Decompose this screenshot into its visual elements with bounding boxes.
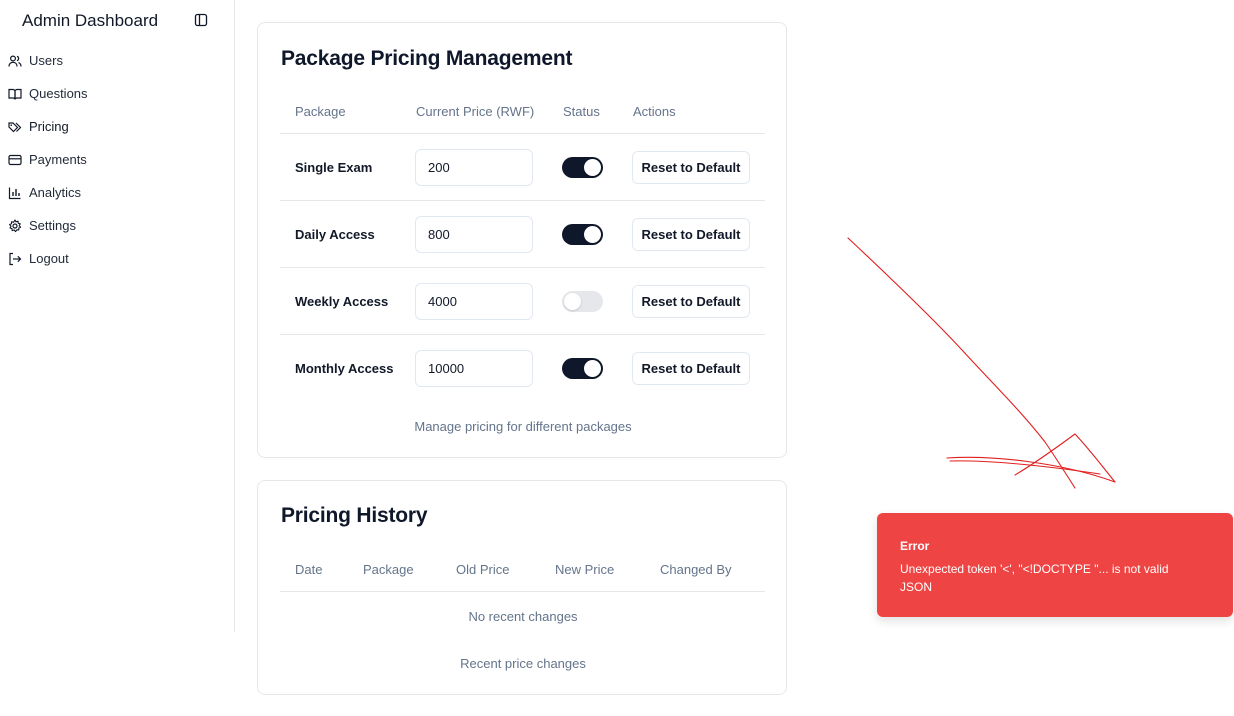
- sidebar-item-label: Settings: [29, 218, 76, 233]
- price-input[interactable]: [415, 149, 533, 186]
- toggle-knob: [584, 159, 601, 176]
- sidebar-item-logout[interactable]: Logout: [8, 242, 88, 275]
- pricing-row-single-exam: Single Exam Reset to Default: [280, 134, 765, 201]
- price-input[interactable]: [415, 350, 533, 387]
- history-card-title: Pricing History: [281, 504, 428, 527]
- logout-icon: [9, 252, 22, 265]
- package-name: Weekly Access: [295, 294, 389, 309]
- pricing-card: Package Pricing Management Package Curre…: [257, 22, 787, 458]
- sidebar-toggle-icon[interactable]: [194, 13, 208, 27]
- history-table-caption: Recent price changes: [460, 656, 586, 671]
- column-header-package: Package: [295, 104, 346, 119]
- package-name: Monthly Access: [295, 361, 394, 376]
- column-header-changed-by: Changed By: [660, 562, 732, 577]
- history-card: Pricing History Date Package Old Price N…: [257, 480, 787, 695]
- book-open-icon: [8, 88, 22, 100]
- status-toggle[interactable]: [562, 358, 603, 379]
- sidebar: Admin Dashboard Users Questions Pricing …: [0, 0, 235, 632]
- column-header-actions: Actions: [633, 104, 676, 119]
- sidebar-nav: Users Questions Pricing Payments Analyti…: [8, 44, 88, 275]
- empty-state-message: No recent changes: [468, 609, 578, 624]
- toast-title: Error: [900, 539, 930, 553]
- column-header-old-price: Old Price: [456, 562, 510, 577]
- package-name: Single Exam: [295, 160, 373, 175]
- column-header-price: Current Price (RWF): [416, 104, 535, 119]
- sidebar-item-pricing[interactable]: Pricing: [8, 110, 88, 143]
- history-table-header: Date Package Old Price New Price Changed…: [280, 548, 765, 592]
- reset-to-default-button[interactable]: Reset to Default: [632, 218, 750, 251]
- sidebar-item-questions[interactable]: Questions: [8, 77, 88, 110]
- toast-message: Unexpected token '<', "<!DOCTYPE "... is…: [900, 562, 1169, 594]
- pricing-row-daily-access: Daily Access Reset to Default: [280, 201, 765, 268]
- tags-icon: [8, 121, 22, 132]
- sidebar-item-payments[interactable]: Payments: [8, 143, 88, 176]
- pricing-card-title: Package Pricing Management: [281, 47, 573, 70]
- package-name: Daily Access: [295, 227, 375, 242]
- users-icon: [8, 54, 22, 67]
- reset-to-default-button[interactable]: Reset to Default: [632, 285, 750, 318]
- status-toggle[interactable]: [562, 157, 603, 178]
- status-toggle[interactable]: [562, 224, 603, 245]
- toggle-knob: [584, 226, 601, 243]
- sidebar-item-label: Pricing: [29, 119, 69, 134]
- error-toast[interactable]: Error Unexpected token '<', "<!DOCTYPE "…: [877, 513, 1233, 617]
- sidebar-item-label: Questions: [29, 86, 88, 101]
- app-title: Admin Dashboard: [22, 11, 159, 30]
- sidebar-item-analytics[interactable]: Analytics: [8, 176, 88, 209]
- sidebar-item-label: Payments: [29, 152, 87, 167]
- pricing-table-header: Package Current Price (RWF) Status Actio…: [280, 91, 765, 134]
- sidebar-header: Admin Dashboard: [22, 10, 212, 32]
- bar-chart-icon: [8, 187, 21, 199]
- reset-to-default-button[interactable]: Reset to Default: [632, 151, 750, 184]
- pricing-row-monthly-access: Monthly Access Reset to Default: [280, 335, 765, 402]
- sidebar-item-label: Analytics: [29, 185, 82, 200]
- history-table: Date Package Old Price New Price Changed…: [280, 548, 765, 592]
- toggle-knob: [564, 293, 581, 310]
- column-header-date: Date: [295, 562, 323, 577]
- pricing-table-caption: Manage pricing for different packages: [414, 419, 632, 434]
- gear-icon: [9, 218, 22, 232]
- credit-card-icon: [8, 154, 22, 165]
- pricing-table: Package Current Price (RWF) Status Actio…: [280, 91, 765, 402]
- column-header-new-price: New Price: [555, 562, 615, 577]
- price-input[interactable]: [415, 283, 533, 320]
- sidebar-item-label: Logout: [29, 251, 69, 266]
- sidebar-item-label: Users: [29, 53, 63, 68]
- column-header-status: Status: [563, 104, 600, 119]
- status-toggle[interactable]: [562, 291, 603, 312]
- price-input[interactable]: [415, 216, 533, 253]
- reset-to-default-button[interactable]: Reset to Default: [632, 352, 750, 385]
- sidebar-item-users[interactable]: Users: [8, 44, 88, 77]
- sidebar-item-settings[interactable]: Settings: [8, 209, 88, 242]
- pricing-row-weekly-access: Weekly Access Reset to Default: [280, 268, 765, 335]
- toggle-knob: [584, 360, 601, 377]
- column-header-package: Package: [363, 562, 414, 577]
